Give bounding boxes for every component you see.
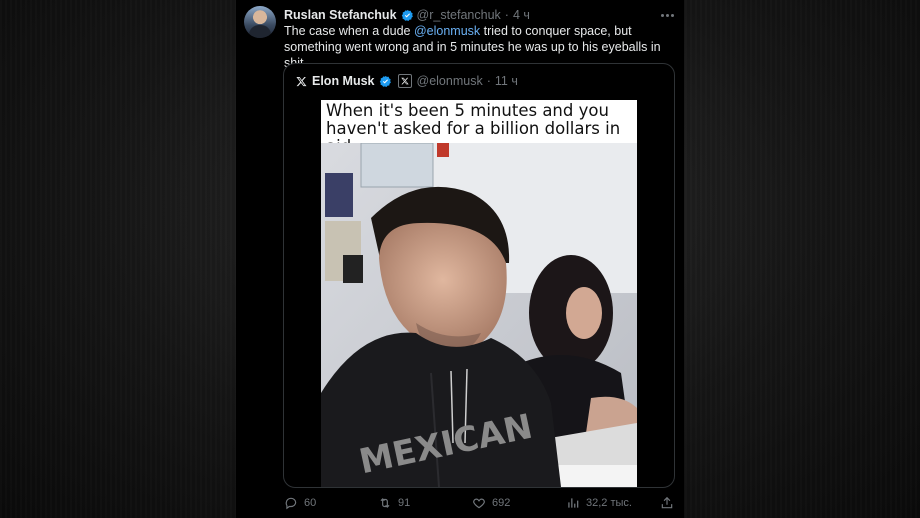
like-count: 692 bbox=[492, 497, 511, 509]
views-icon bbox=[568, 498, 579, 508]
like-icon bbox=[473, 498, 485, 509]
quote-header: Elon Musk @elonmusk · 11 ч bbox=[296, 73, 518, 89]
views-count: 32,2 тыс. bbox=[586, 497, 632, 509]
share-icon bbox=[661, 496, 673, 509]
tweet-text-before: The case when a dude bbox=[284, 24, 414, 38]
tweet-actions: 60 91 692 32,2 тыс. bbox=[280, 496, 676, 514]
quote-timestamp[interactable]: 11 ч bbox=[495, 74, 518, 88]
author-handle[interactable]: @r_stefanchuk bbox=[417, 8, 501, 22]
tweet-header: Ruslan Stefanchuk @r_stefanchuk · 4 ч bbox=[284, 7, 676, 23]
repost-button[interactable]: 91 bbox=[378, 496, 410, 510]
separator: · bbox=[504, 8, 509, 22]
views-button[interactable]: 32,2 тыс. bbox=[566, 496, 632, 510]
quote-author-name[interactable]: Elon Musk bbox=[312, 74, 375, 88]
verified-badge-icon bbox=[379, 75, 391, 87]
like-button[interactable]: 692 bbox=[472, 496, 510, 510]
x-affiliate-badge-icon bbox=[397, 74, 412, 88]
separator: · bbox=[486, 74, 491, 88]
reply-count: 60 bbox=[304, 497, 317, 509]
more-icon[interactable] bbox=[658, 7, 676, 23]
verified-badge-icon bbox=[401, 9, 413, 21]
repost-count: 91 bbox=[398, 497, 411, 509]
repost-icon bbox=[380, 498, 390, 508]
avatar[interactable] bbox=[244, 6, 276, 38]
x-logo-icon bbox=[296, 76, 307, 86]
meme-image[interactable]: When it's been 5 minutes and you haven't… bbox=[321, 100, 637, 487]
author-name[interactable]: Ruslan Stefanchuk bbox=[284, 8, 397, 22]
tweet-card[interactable]: Ruslan Stefanchuk @r_stefanchuk · 4 ч Th… bbox=[236, 0, 684, 518]
quote-author-handle[interactable]: @elonmusk bbox=[417, 74, 483, 88]
share-button[interactable] bbox=[660, 496, 680, 510]
avatar-figure bbox=[249, 25, 271, 38]
timestamp[interactable]: 4 ч bbox=[513, 8, 530, 22]
quoted-tweet[interactable]: Elon Musk @elonmusk · 11 ч When it's bee… bbox=[283, 63, 675, 488]
reply-button[interactable]: 60 bbox=[284, 496, 316, 510]
meme-photo: MEXICAN bbox=[321, 143, 637, 487]
reply-icon bbox=[285, 497, 297, 510]
mention-link[interactable]: @elonmusk bbox=[414, 24, 480, 38]
